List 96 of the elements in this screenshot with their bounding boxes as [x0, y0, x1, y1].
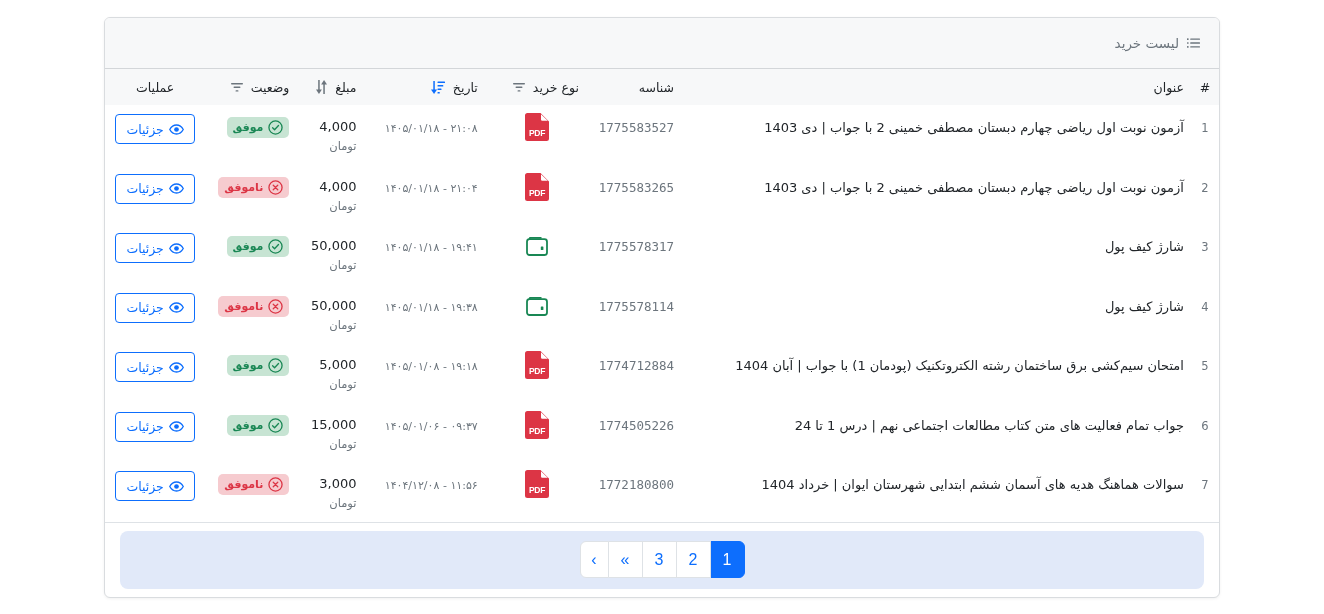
pdf-file-icon: PDF [525, 172, 550, 201]
amount-value: 4,000 [318, 177, 357, 196]
purchase-date: ۱۹:۴۱ - ۱۴۰۵/۰۱/۱۸ [384, 241, 478, 254]
page-button[interactable]: 2 [675, 541, 711, 578]
purchase-date: ۱۹:۱۸ - ۱۴۰۵/۰۱/۰۸ [384, 360, 478, 373]
filter-icon[interactable] [230, 82, 243, 92]
page-button[interactable]: 3 [641, 541, 677, 578]
eye-icon [168, 242, 184, 254]
sort-arrows-icon[interactable] [316, 80, 328, 94]
column-header: تاریخ [452, 79, 478, 95]
filter-icon[interactable] [512, 82, 525, 92]
amount-value: 3,000 [318, 475, 357, 493]
check-circle-icon [268, 120, 284, 135]
purchase-title: امتحان سیم‌کشی برق ساختمان رشته الکتروتکنیک (پودمان 1) با جواب | آبان 1404 [735, 358, 1184, 373]
details-button[interactable]: جزئیات [115, 471, 196, 501]
purchase-date: ۰۹:۳۷ - ۱۴۰۵/۰۱/۰۶ [384, 419, 478, 433]
column-header: مبلغ [335, 79, 357, 95]
check-circle-icon [268, 239, 284, 254]
pdf-file-icon: PDF [525, 113, 550, 141]
check-circle-icon [268, 417, 284, 433]
currency-label: تومان [328, 376, 357, 393]
eye-icon [168, 480, 184, 492]
purchase-title: شارژ کیف پول [1104, 298, 1184, 314]
status-label: موفق [232, 359, 264, 372]
currency-label: تومان [328, 197, 357, 215]
status-label: موفق [232, 240, 264, 253]
x-circle-icon [268, 298, 284, 314]
pdf-file-icon: PDF [525, 410, 550, 439]
currency-label: تومان [328, 316, 357, 334]
purchase-title: شارژ کیف پول [1104, 239, 1184, 254]
eye-icon [168, 421, 184, 432]
column-header: شناسه [638, 79, 675, 95]
status-label: ناموفق [224, 478, 264, 491]
row-number: 6 [1201, 418, 1209, 433]
purchase-id: 1774505226 [598, 417, 675, 433]
row-number: 5 [1201, 359, 1209, 373]
purchase-date: ۲۱:۰۸ - ۱۴۰۵/۰۱/۱۸ [384, 122, 478, 135]
sort-descending-icon[interactable] [430, 80, 445, 94]
details-button[interactable]: جزئیات [115, 233, 196, 263]
next-page-button[interactable]: ‹ [579, 541, 609, 578]
details-button[interactable]: جزئیات [115, 114, 196, 144]
wallet-icon [526, 296, 549, 316]
status-label: ناموفق [224, 299, 264, 313]
column-header: عنوان [1153, 79, 1184, 95]
eye-icon [168, 361, 184, 373]
purchase-date: ۱۱:۵۶ - ۱۴۰۴/۱۲/۰۸ [384, 479, 478, 492]
eye-icon [168, 123, 184, 135]
currency-label: تومان [328, 495, 357, 512]
purchase-title: آزمون نوبت اول ریاضی چهارم دبستان مصطفی خمینی 2 با جواب | دی 1403 [764, 179, 1184, 195]
wallet-icon [526, 237, 549, 256]
column-header: نوع خرید [532, 79, 579, 95]
purchase-date: ۲۱:۰۴ - ۱۴۰۵/۰۱/۱۸ [384, 181, 478, 195]
column-header: عملیات [136, 79, 175, 95]
purchase-id: 1775578317 [598, 239, 675, 254]
column-header: # [1199, 79, 1211, 95]
amount-value: 5,000 [318, 356, 357, 374]
details-button[interactable]: جزئیات [115, 173, 196, 204]
currency-label: تومان [328, 435, 357, 453]
purchase-id: 1775583527 [598, 120, 675, 135]
amount-value: 4,000 [318, 118, 357, 136]
details-button[interactable]: جزئیات [115, 411, 196, 442]
column-header: وضعیت [250, 79, 290, 95]
purchase-title: آزمون نوبت اول ریاضی چهارم دبستان مصطفی خمینی 2 با جواب | دی 1403 [764, 120, 1184, 135]
x-circle-icon [268, 179, 284, 195]
pdf-file-icon: PDF [525, 351, 550, 379]
row-number: 4 [1201, 299, 1209, 314]
purchase-title: جواب تمام فعالیت های متن کتاب مطالعات اجتماعی نهم | درس 1 تا 24 [794, 417, 1184, 433]
currency-label: تومان [328, 257, 357, 274]
eye-icon [168, 302, 184, 313]
list-icon [1187, 38, 1200, 48]
amount-value: 15,000 [310, 415, 357, 434]
purchase-id: 1775578114 [598, 298, 675, 314]
card-title: لیست خرید [1114, 35, 1179, 51]
pdf-file-icon: PDF [525, 470, 550, 498]
page-button[interactable]: 1 [709, 541, 745, 578]
row-number: 3 [1201, 240, 1209, 254]
status-label: موفق [232, 121, 264, 134]
last-page-button[interactable]: « [607, 541, 643, 578]
purchase-title: سوالات هماهنگ هدیه های آسمان ششم ابتدایی شهرستان ایوان | خرداد 1404 [761, 477, 1184, 492]
details-button[interactable]: جزئیات [115, 292, 196, 323]
currency-label: تومان [328, 138, 357, 155]
row-number: 7 [1201, 478, 1209, 492]
status-label: موفق [232, 418, 264, 432]
amount-value: 50,000 [310, 296, 357, 315]
x-circle-icon [268, 477, 284, 492]
purchase-date: ۱۹:۳۸ - ۱۴۰۵/۰۱/۱۸ [384, 300, 478, 314]
amount-value: 50,000 [310, 237, 357, 255]
row-number: 1 [1201, 121, 1209, 135]
purchase-id: 1775583265 [598, 179, 675, 195]
purchase-id: 1772180800 [598, 477, 675, 492]
eye-icon [168, 183, 184, 194]
check-circle-icon [268, 358, 284, 373]
details-button[interactable]: جزئیات [115, 352, 196, 382]
row-number: 2 [1201, 180, 1209, 195]
purchase-id: 1774712884 [598, 358, 675, 373]
status-label: ناموفق [224, 180, 264, 194]
